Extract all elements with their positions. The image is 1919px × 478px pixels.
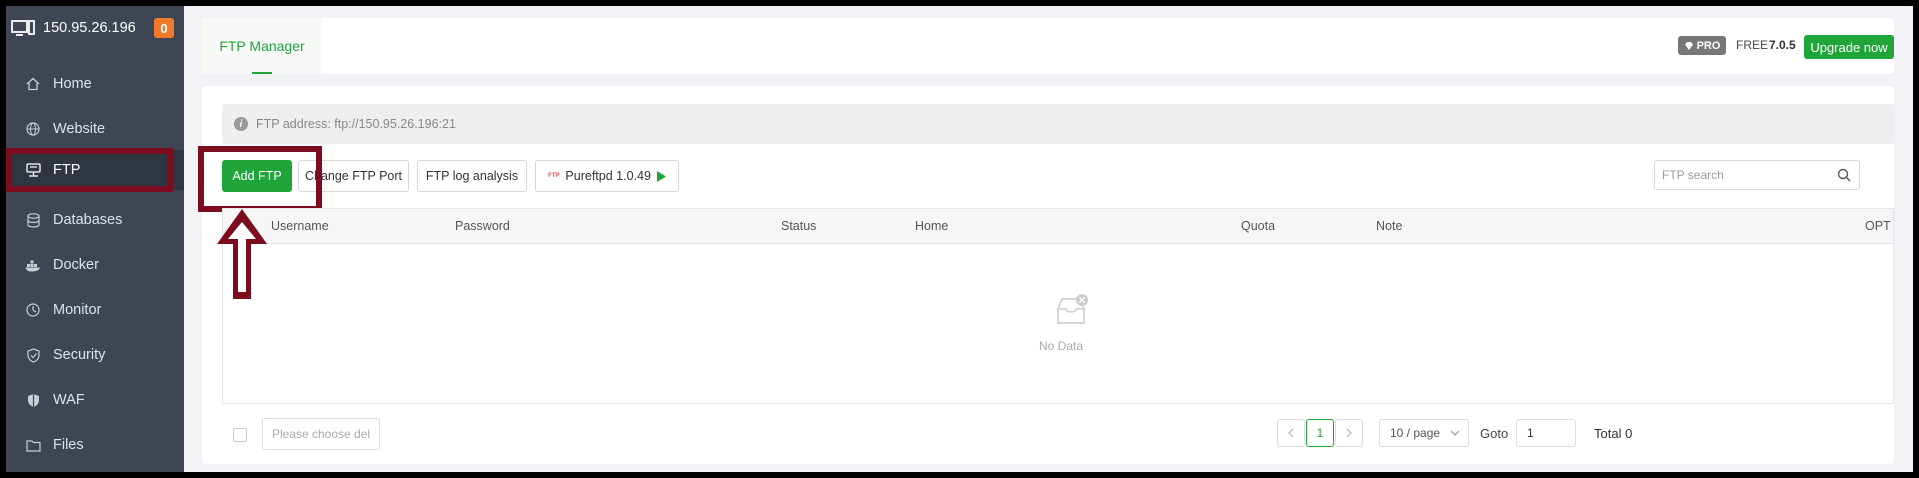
select-all-checkbox[interactable] xyxy=(233,428,247,442)
no-data-text: No Data xyxy=(1039,339,1084,353)
sidebar-item-label: Monitor xyxy=(53,302,102,318)
home-icon xyxy=(25,76,41,92)
pureftpd-label: Pureftpd 1.0.49 xyxy=(565,169,651,183)
ftp-highlight-box xyxy=(6,148,173,192)
column-quota: Quota xyxy=(1241,219,1276,233)
monitor-icon xyxy=(25,302,41,318)
sidebar-item-monitor[interactable]: Monitor xyxy=(6,290,184,330)
app-frame: 150.95.26.196 0 Home Website FTP Databas… xyxy=(6,6,1913,472)
table-header: Username Password Status Home Quota Note… xyxy=(223,209,1893,244)
page-size-value: 10 / page xyxy=(1390,426,1441,440)
ftp-address-banner: i FTP address: ftp://150.95.26.196:21 xyxy=(222,104,1894,144)
diamond-icon xyxy=(1684,41,1693,50)
upgrade-button[interactable]: Upgrade now xyxy=(1804,35,1894,59)
batch-operation-select[interactable]: Please choose del xyxy=(262,418,380,450)
sidebar-item-databases[interactable]: Databases xyxy=(6,200,184,240)
column-note: Note xyxy=(1376,219,1403,233)
ftp-panel: i FTP address: ftp://150.95.26.196:21 Ad… xyxy=(198,86,1894,464)
sidebar-item-files[interactable]: Files xyxy=(6,425,184,465)
goto-label: Goto xyxy=(1480,426,1509,441)
chevron-left-icon xyxy=(1288,428,1294,438)
pro-badge[interactable]: PRO xyxy=(1678,36,1726,55)
page-size-select[interactable]: 10 / page xyxy=(1379,419,1469,447)
pureftpd-button[interactable]: FTP Pureftpd 1.0.49 xyxy=(535,160,679,192)
sidebar-item-label: Databases xyxy=(53,212,123,228)
chevron-down-icon xyxy=(1450,430,1460,436)
server-ip: 150.95.26.196 xyxy=(43,20,136,36)
sidebar-item-label: Website xyxy=(53,121,106,137)
database-icon xyxy=(25,212,41,228)
sidebar-item-label: Docker xyxy=(53,257,99,273)
sidebar-item-label: Files xyxy=(53,437,84,453)
sidebar-item-waf[interactable]: WAF xyxy=(6,380,184,420)
server-header[interactable]: 150.95.26.196 0 xyxy=(6,6,184,50)
next-page-button[interactable] xyxy=(1335,419,1363,447)
column-username[interactable]: Username xyxy=(271,219,329,233)
globe-icon xyxy=(25,121,41,137)
search-icon[interactable] xyxy=(1837,168,1851,182)
pro-label: PRO xyxy=(1696,39,1721,52)
search-placeholder: FTP search xyxy=(1662,168,1724,182)
notification-badge[interactable]: 0 xyxy=(154,18,174,38)
tab-label: FTP Manager xyxy=(219,38,305,54)
goto-page-input[interactable]: 1 xyxy=(1516,419,1576,447)
ftp-table: Username Password Status Home Quota Note… xyxy=(222,208,1894,404)
up-arrow-annotation-icon xyxy=(217,209,267,299)
sidebar-item-label: WAF xyxy=(53,392,85,408)
ftp-address-text: FTP address: ftp://150.95.26.196:21 xyxy=(256,117,456,131)
column-opt: OPT xyxy=(1865,219,1891,233)
free-label: FREE xyxy=(1736,38,1769,52)
column-home: Home xyxy=(915,219,949,233)
ftp-log-analysis-button[interactable]: FTP log analysis xyxy=(417,160,527,192)
column-password: Password xyxy=(455,219,510,233)
sidebar-item-security[interactable]: Security xyxy=(6,335,184,375)
waf-shield-icon xyxy=(25,392,41,408)
tab-ftp-manager[interactable]: FTP Manager xyxy=(202,18,322,74)
column-status: Status xyxy=(781,219,817,233)
server-monitor-icon xyxy=(11,20,35,36)
info-icon: i xyxy=(234,117,248,131)
page-number[interactable]: 1 xyxy=(1306,419,1334,447)
sidebar-item-label: Home xyxy=(53,76,92,92)
add-ftp-highlight-box xyxy=(198,146,322,212)
sidebar: 150.95.26.196 0 Home Website FTP Databas… xyxy=(6,6,184,472)
shield-icon xyxy=(25,347,41,363)
chevron-right-icon xyxy=(1346,428,1352,438)
empty-state-icon xyxy=(1047,293,1097,332)
prev-page-button[interactable] xyxy=(1277,419,1305,447)
tab-active-indicator xyxy=(252,72,272,74)
ftp-logo-icon: FTP xyxy=(548,173,560,179)
top-header: FTP Manager PRO FREE 7.0.5 Upgrade now xyxy=(202,18,1894,74)
ftp-search-input[interactable]: FTP search xyxy=(1654,160,1860,190)
version-label: 7.0.5 xyxy=(1769,38,1796,52)
sidebar-item-website[interactable]: Website xyxy=(6,109,184,149)
docker-icon xyxy=(25,257,41,273)
sidebar-item-docker[interactable]: Docker xyxy=(6,245,184,285)
sidebar-item-label: Security xyxy=(53,347,106,363)
folder-icon xyxy=(25,437,41,453)
play-icon xyxy=(656,170,666,182)
total-count: Total 0 xyxy=(1594,426,1633,441)
sidebar-item-home[interactable]: Home xyxy=(6,64,184,104)
